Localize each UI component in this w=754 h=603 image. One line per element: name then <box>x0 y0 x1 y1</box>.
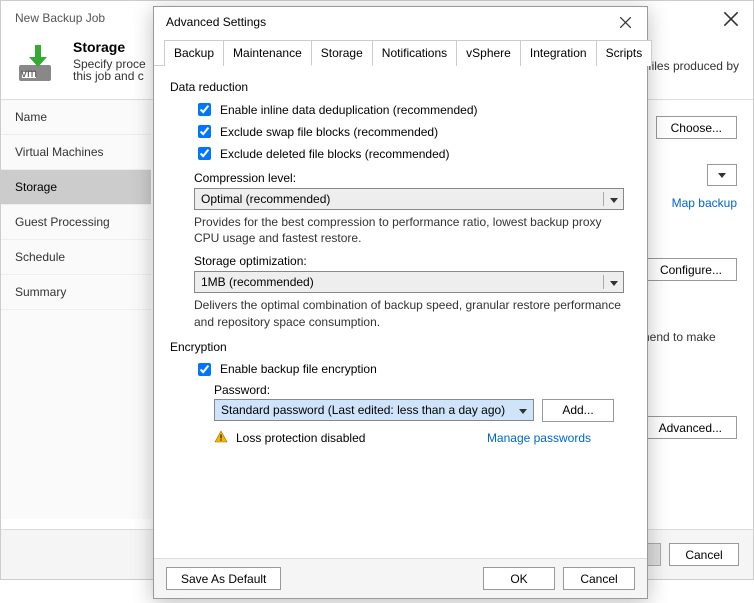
cancel-button[interactable]: Cancel <box>563 567 635 590</box>
map-backup-link[interactable]: Map backup <box>672 196 737 210</box>
warning-icon <box>214 430 228 447</box>
tab-content-storage: Data reduction Enable inline data dedupl… <box>154 66 647 558</box>
wizard-header-text: Storage Specify proce this job and c <box>73 39 146 83</box>
tab-storage[interactable]: Storage <box>311 40 373 66</box>
chevron-down-icon <box>603 192 623 206</box>
sidebar-item-name[interactable]: Name <box>1 100 151 135</box>
storage-icon: vm <box>15 39 61 85</box>
close-icon[interactable] <box>723 11 739 27</box>
advanced-settings-dialog: Advanced Settings Backup Maintenance Sto… <box>153 6 648 599</box>
chevron-down-icon <box>603 275 623 289</box>
chevron-down-icon <box>513 403 533 417</box>
storage-opt-combo[interactable]: 1MB (recommended) <box>194 271 624 293</box>
group-data-reduction: Data reduction <box>170 80 631 94</box>
close-icon[interactable] <box>613 13 637 31</box>
sidebar-item-guest[interactable]: Guest Processing <box>1 205 151 240</box>
sidebar-item-schedule[interactable]: Schedule <box>1 240 151 275</box>
compression-combo[interactable]: Optimal (recommended) <box>194 188 624 210</box>
group-encryption: Encryption <box>170 340 631 354</box>
page-title: Storage <box>73 39 146 55</box>
tab-maintenance[interactable]: Maintenance <box>223 40 312 66</box>
tab-notifications[interactable]: Notifications <box>372 40 457 66</box>
storage-opt-label: Storage optimization: <box>194 254 631 268</box>
checkbox-dedup-input[interactable] <box>198 103 211 116</box>
advanced-button[interactable]: Advanced... <box>644 416 737 439</box>
compression-value: Optimal (recommended) <box>195 192 603 206</box>
dialog-titlebar: Advanced Settings <box>154 7 647 39</box>
checkbox-deleted[interactable]: Exclude deleted file blocks (recommended… <box>194 144 631 163</box>
wizard-sidebar: Name Virtual Machines Storage Guest Proc… <box>1 100 151 519</box>
ok-button[interactable]: OK <box>483 567 555 590</box>
compression-label: Compression level: <box>194 171 631 185</box>
sidebar-item-storage[interactable]: Storage <box>1 170 151 205</box>
checkbox-swap[interactable]: Exclude swap file blocks (recommended) <box>194 122 631 141</box>
checkbox-encryption[interactable]: Enable backup file encryption <box>194 360 631 379</box>
cancel-button[interactable]: Cancel <box>669 543 739 566</box>
checkbox-deleted-input[interactable] <box>198 147 211 160</box>
header-right-text: files produced by <box>648 39 739 73</box>
tab-bar: Backup Maintenance Storage Notifications… <box>154 39 647 66</box>
loss-protection-text: Loss protection disabled <box>236 431 365 445</box>
checkbox-swap-input[interactable] <box>198 125 211 138</box>
password-label: Password: <box>214 383 631 397</box>
compression-hint: Provides for the best compression to per… <box>194 214 624 246</box>
save-default-button[interactable]: Save As Default <box>166 567 281 590</box>
add-password-button[interactable]: Add... <box>542 399 614 422</box>
svg-text:vm: vm <box>21 66 37 80</box>
checkbox-encryption-input[interactable] <box>198 363 211 376</box>
dialog-footer: Save As Default OK Cancel <box>154 558 647 598</box>
password-combo[interactable]: Standard password (Last edited: less tha… <box>214 399 534 421</box>
choose-button[interactable]: Choose... <box>656 116 737 139</box>
tab-backup[interactable]: Backup <box>164 40 224 66</box>
tab-vsphere[interactable]: vSphere <box>456 40 521 66</box>
sidebar-item-vms[interactable]: Virtual Machines <box>1 135 151 170</box>
tab-integration[interactable]: Integration <box>520 40 597 66</box>
configure-button[interactable]: Configure... <box>645 258 737 281</box>
combo-caret-icon[interactable] <box>707 164 737 186</box>
tab-scripts[interactable]: Scripts <box>596 40 653 66</box>
checkbox-dedup[interactable]: Enable inline data deduplication (recomm… <box>194 100 631 119</box>
password-value: Standard password (Last edited: less tha… <box>215 403 513 417</box>
wizard-title: New Backup Job <box>15 11 105 27</box>
dialog-title: Advanced Settings <box>166 15 266 29</box>
storage-opt-value: 1MB (recommended) <box>195 275 603 289</box>
sidebar-item-summary[interactable]: Summary <box>1 275 151 310</box>
storage-opt-hint: Delivers the optimal combination of back… <box>194 297 624 329</box>
manage-passwords-link[interactable]: Manage passwords <box>487 431 591 445</box>
